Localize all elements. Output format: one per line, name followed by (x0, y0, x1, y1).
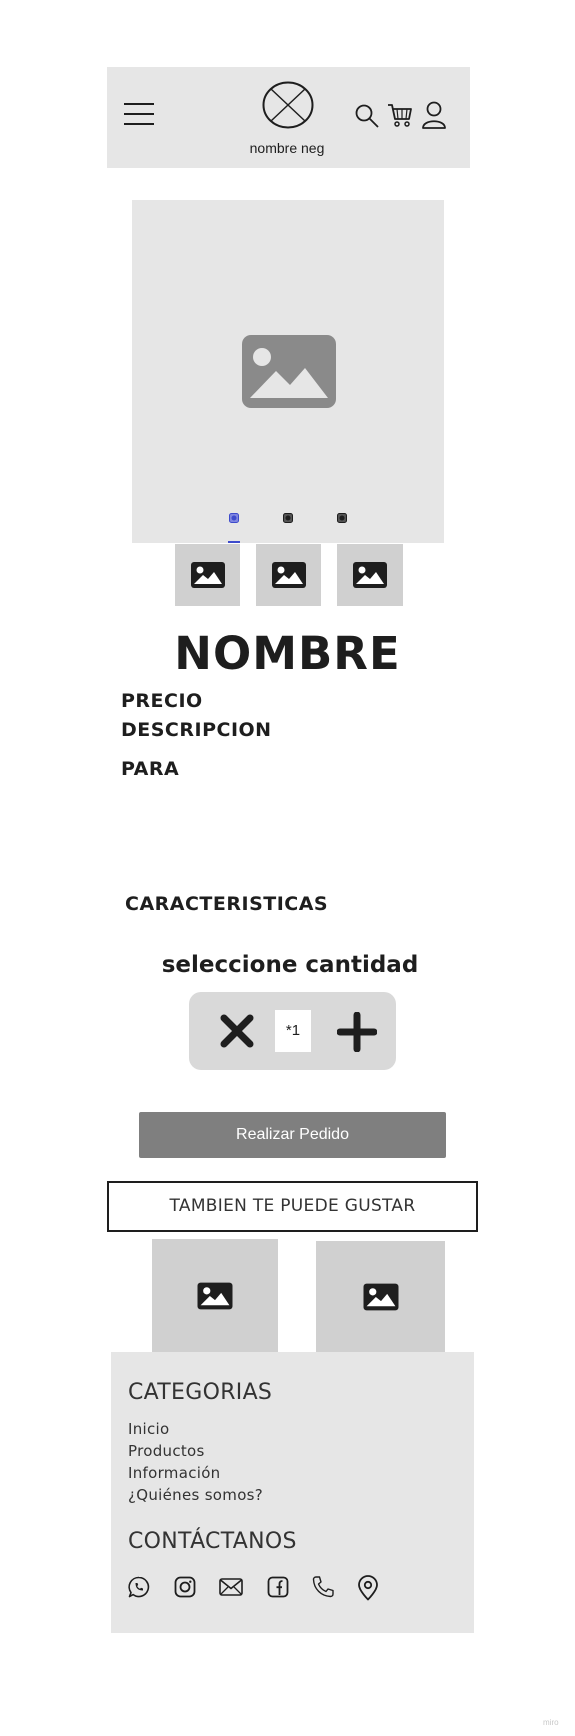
quantity-stepper: *1 (189, 992, 396, 1070)
cart-icon[interactable] (387, 102, 413, 128)
image-icon (197, 1282, 233, 1310)
carousel-dot[interactable] (283, 513, 293, 523)
image-icon (353, 562, 387, 588)
whatsapp-icon[interactable] (128, 1576, 150, 1598)
contact-heading: CONTÁCTANOS (128, 1529, 297, 1554)
footer-link-quienes-somos[interactable]: ¿Quiénes somos? (128, 1486, 263, 1504)
footer-link-inicio[interactable]: Inicio (128, 1420, 170, 1438)
thumbnail-3[interactable] (337, 544, 403, 606)
image-icon (363, 1283, 398, 1311)
thumbnail-2[interactable] (256, 544, 321, 606)
recommendation-item-2[interactable] (316, 1241, 445, 1353)
logo-placeholder-icon[interactable] (262, 81, 314, 129)
carousel-dot-active[interactable] (229, 513, 239, 523)
header-bar: nombre neg (107, 67, 470, 168)
menu-icon[interactable] (124, 103, 154, 125)
carousel-active-indicator (228, 541, 240, 543)
quantity-title: seleccione cantidad (161, 952, 419, 978)
quantity-value[interactable]: *1 (275, 1010, 311, 1052)
thumbnail-1[interactable] (175, 544, 240, 606)
decrease-x-icon[interactable] (220, 1014, 254, 1048)
footer-link-productos[interactable]: Productos (128, 1442, 205, 1460)
product-name: NOMBRE (174, 627, 401, 680)
search-icon[interactable] (354, 103, 380, 129)
features-label: CARACTERISTICAS (125, 893, 329, 915)
image-placeholder-icon (242, 335, 336, 408)
user-icon[interactable] (421, 101, 447, 129)
recommendations-title: TAMBIEN TE PUEDE GUSTAR (107, 1181, 478, 1232)
footer-link-informacion[interactable]: Información (128, 1464, 221, 1482)
place-order-button[interactable]: Realizar Pedido (139, 1112, 446, 1158)
categories-heading: CATEGORIAS (128, 1380, 273, 1405)
for-label: PARA (121, 758, 180, 780)
description-label: DESCRIPCION (121, 719, 272, 741)
phone-icon[interactable] (311, 1575, 335, 1599)
recommendation-item-1[interactable] (152, 1239, 278, 1353)
watermark: miro (543, 1718, 559, 1727)
location-icon[interactable] (357, 1575, 379, 1601)
mail-icon[interactable] (219, 1578, 243, 1596)
price-label: PRECIO (121, 690, 203, 712)
increase-plus-icon[interactable] (337, 1012, 377, 1052)
image-icon (190, 562, 225, 588)
product-image-carousel[interactable] (132, 200, 444, 543)
brand-name: nombre neg (249, 140, 325, 156)
footer: CATEGORIAS Inicio Productos Información … (111, 1352, 474, 1633)
carousel-dot[interactable] (337, 513, 347, 523)
facebook-icon[interactable] (267, 1576, 289, 1598)
image-icon (271, 562, 306, 588)
instagram-icon[interactable] (174, 1576, 196, 1598)
